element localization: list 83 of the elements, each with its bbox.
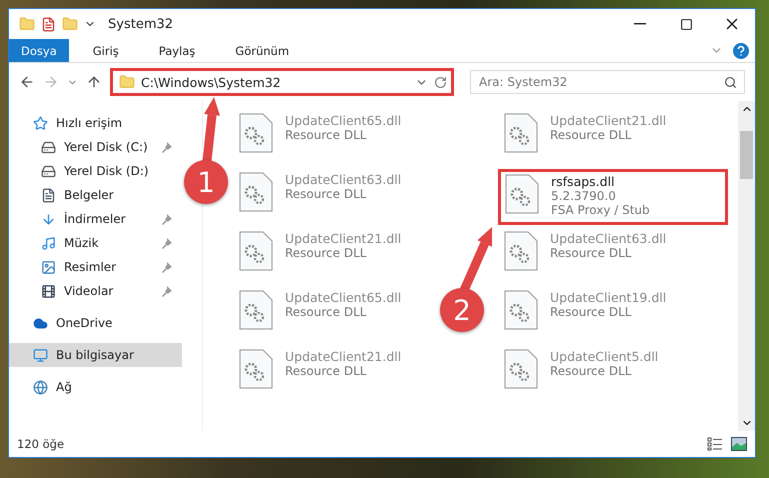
file-detail: Resource DLL: [550, 246, 632, 260]
file-name: UpdateClient63.dll: [550, 231, 666, 246]
scrollbar[interactable]: [738, 101, 755, 431]
dll-file-icon: [239, 231, 273, 271]
up-icon[interactable]: [86, 74, 102, 90]
file-item[interactable]: UpdateClient21.dll Resource DLL: [239, 349, 408, 404]
file-detail: 5.2.3790.0: [551, 189, 617, 203]
ribbon-tab[interactable]: Giriş: [76, 39, 135, 62]
dll-file-icon: [504, 290, 538, 330]
refresh-icon[interactable]: [434, 76, 447, 88]
dll-file-icon: [239, 172, 273, 212]
file-detail: Resource DLL: [285, 128, 368, 142]
cloud-icon: [33, 316, 48, 330]
large-icons-view-icon[interactable]: [731, 437, 747, 451]
search-icon: [724, 76, 737, 88]
dll-file-icon: [239, 113, 273, 153]
file-detail: Resource DLL: [285, 364, 368, 378]
search-field[interactable]: Ara: System32: [470, 70, 745, 94]
sidebar-item[interactable]: Resimler: [9, 255, 182, 279]
file-name: UpdateClient19.dll: [550, 290, 666, 305]
sidebar-item[interactable]: Videolar: [9, 279, 182, 303]
picture-icon: [41, 260, 56, 274]
sidebar-item[interactable]: Müzik: [9, 231, 182, 255]
file-item[interactable]: rsfsaps.dll 5.2.3790.0 FSA Proxy / Stub: [498, 169, 728, 225]
file-name: UpdateClient21.dll: [285, 349, 402, 364]
sidebar-item[interactable]: Bu bilgisayar: [9, 343, 182, 367]
sidebar-item[interactable]: Yerel Disk (C:): [9, 135, 182, 159]
details-view-icon[interactable]: [707, 437, 723, 451]
file-item[interactable]: UpdateClient65.dll Resource DLL: [239, 290, 408, 345]
document-icon: [41, 188, 56, 202]
ribbon-tab[interactable]: Görünüm: [219, 39, 306, 62]
window-title: System32: [108, 16, 174, 32]
file-name: UpdateClient65.dll: [285, 113, 402, 128]
folder-icon: [119, 74, 135, 90]
sidebar-item[interactable]: Belgeler: [9, 183, 182, 207]
file-name: rsfsaps.dll: [551, 174, 616, 189]
minimize-icon: [634, 23, 646, 25]
file-name: UpdateClient21.dll: [285, 231, 402, 246]
star-icon: [33, 116, 48, 130]
drive-icon: [41, 164, 56, 178]
drive-icon: [41, 140, 56, 154]
file-item[interactable]: UpdateClient63.dll Resource DLL: [504, 231, 672, 286]
file-item[interactable]: UpdateClient19.dll Resource DLL: [504, 290, 672, 345]
file-item[interactable]: UpdateClient63.dll Resource DLL: [239, 172, 408, 227]
maximize-icon: [680, 18, 692, 30]
file-item[interactable]: UpdateClient21.dll Resource DLL: [239, 231, 408, 286]
sidebar-item[interactable]: İndirmeler: [9, 207, 182, 231]
file-name: UpdateClient21.dll: [550, 113, 666, 128]
file-detail: Resource DLL: [550, 128, 632, 142]
dll-file-icon: [504, 113, 538, 153]
file-item[interactable]: UpdateClient5.dll Resource DLL: [504, 349, 664, 404]
dll-file-icon: [505, 174, 539, 214]
file-detail: FSA Proxy / Stub: [551, 203, 650, 217]
dll-file-icon: [239, 349, 273, 389]
file-name: UpdateClient63.dll: [285, 172, 402, 187]
file-detail: Resource DLL: [550, 305, 632, 319]
file-name: UpdateClient5.dll: [550, 349, 658, 364]
sidebar-item[interactable]: Yerel Disk (D:): [9, 159, 182, 183]
dll-file-icon: [504, 231, 538, 271]
sidebar-item[interactable]: OneDrive: [9, 311, 182, 335]
help-icon[interactable]: [733, 42, 749, 58]
file-name: UpdateClient65.dll: [285, 290, 402, 305]
ribbon-tab[interactable]: Paylaş: [142, 39, 212, 62]
file-item[interactable]: UpdateClient21.dll Resource DLL: [504, 113, 672, 168]
address-bar[interactable]: C:\Windows\System32: [110, 68, 454, 96]
file-detail: Resource DLL: [285, 187, 368, 201]
computer-icon: [33, 348, 48, 362]
item-count: 120 öğe: [17, 437, 64, 451]
network-icon: [33, 380, 48, 394]
file-detail: Resource DLL: [285, 246, 368, 260]
download-icon: [41, 212, 56, 226]
file-detail: Resource DLL: [285, 305, 368, 319]
dll-file-icon: [239, 290, 273, 330]
dll-file-icon: [504, 349, 538, 389]
music-note-icon: [41, 236, 56, 250]
back-icon[interactable]: [19, 74, 35, 90]
scroll-thumb[interactable]: [740, 131, 753, 179]
sidebar-item[interactable]: Hızlı erişim: [9, 111, 182, 135]
file-item[interactable]: UpdateClient65.dll Resource DLL: [239, 113, 408, 168]
film-icon: [41, 284, 56, 298]
file-detail: Resource DLL: [550, 364, 632, 378]
ribbon-tab[interactable]: Dosya: [9, 39, 69, 62]
sidebar-item[interactable]: Ağ: [9, 375, 182, 399]
